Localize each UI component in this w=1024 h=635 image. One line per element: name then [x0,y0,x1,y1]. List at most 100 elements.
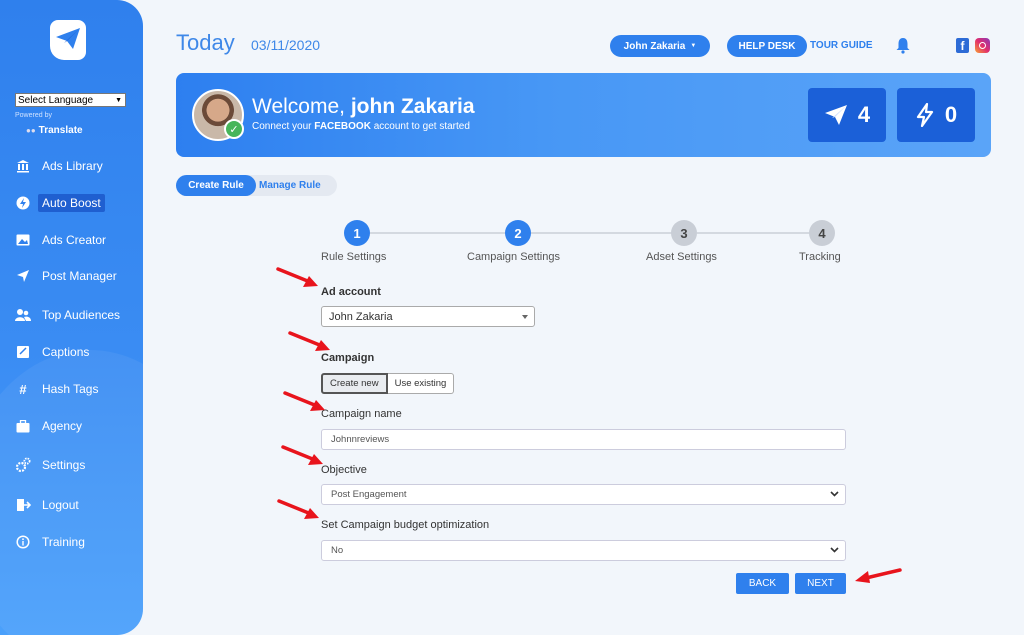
sidebar-item-captions[interactable]: Captions [15,343,89,361]
create-new-button[interactable]: Create new [321,373,388,394]
objective-label: Objective [321,464,367,476]
tab-create-rule[interactable]: Create Rule [176,175,256,196]
connect-prefix: Connect your [252,121,312,132]
cbo-label: Set Campaign budget optimization [321,519,490,531]
briefcase-icon [15,418,31,434]
sidebar: Select Language ▼ Powered by ●● Translate… [0,0,143,635]
cbo-value: No [331,545,344,556]
step-3-indicator[interactable]: 3 [671,220,697,246]
next-button[interactable]: NEXT [795,573,846,594]
app-logo[interactable] [50,20,86,60]
campaign-name-value: Johnnreviews [331,434,390,445]
sidebar-item-label: Ads Library [42,159,103,173]
step-4-indicator[interactable]: 4 [809,220,835,246]
chevron-down-icon: ▼ [115,96,122,104]
boosts-stat-value: 0 [944,102,958,127]
step-connector [531,232,672,234]
cbo-select[interactable]: No [321,540,846,561]
bolt-icon [916,103,933,127]
google-translate-link[interactable]: ●● Translate [26,125,83,136]
caret-down-icon [522,314,528,319]
image-icon [15,232,31,248]
bell-icon[interactable] [895,37,911,59]
annotation-arrow-icon [283,391,325,411]
sidebar-item-logout[interactable]: Logout [15,496,79,514]
user-menu-button[interactable]: John Zakaria ▼ [610,35,710,57]
send-icon [15,268,31,284]
rule-tabs: Create Rule Manage Rule [176,175,337,196]
sidebar-item-label: Training [42,535,85,549]
language-select-label: Select Language [18,94,94,106]
sidebar-item-ads-library[interactable]: Ads Library [15,157,103,175]
sidebar-item-label: Logout [42,498,79,512]
sidebar-item-hash-tags[interactable]: # Hash Tags [15,380,98,398]
back-button[interactable]: BACK [736,573,789,594]
logout-icon [15,497,31,513]
google-logo-icon: ●● [26,126,36,135]
annotation-arrow-icon [281,445,323,465]
step-2-indicator[interactable]: 2 [505,220,531,246]
bank-icon [15,158,31,174]
current-date: 03/11/2020 [251,37,321,53]
page-title: Today [176,30,235,55]
sidebar-item-auto-boost[interactable]: Auto Boost [15,194,105,212]
hash-icon: # [19,381,27,397]
chevron-down-icon [830,545,839,556]
step-connector [370,232,508,234]
annotation-arrow-icon [288,331,330,351]
sidebar-item-top-audiences[interactable]: Top Audiences [15,306,120,324]
connect-brand: FACEBOOK [314,121,371,132]
sidebar-item-agency[interactable]: Agency [15,417,82,435]
step-1-indicator[interactable]: 1 [344,220,370,246]
welcome-heading: Welcome, john Zakaria [252,95,475,119]
sidebar-item-label: Ads Creator [42,233,107,247]
check-badge-icon: ✓ [224,119,244,139]
facebook-icon[interactable]: f [956,38,969,53]
sidebar-item-label: Post Manager [42,269,117,283]
welcome-banner: ✓ Welcome, john Zakaria Connect your FAC… [176,73,991,157]
tour-guide-link[interactable]: TOUR GUIDE [810,40,873,51]
welcome-name: john Zakaria [350,95,475,118]
bolt-icon [15,195,31,211]
sidebar-item-label: Hash Tags [42,382,99,396]
use-existing-button[interactable]: Use existing [387,373,455,394]
ad-account-select[interactable]: John Zakaria [321,306,535,327]
paper-plane-icon [824,105,847,125]
step-2-label: Campaign Settings [467,251,560,263]
objective-select[interactable]: Post Engagement [321,484,846,505]
annotation-arrow-icon [855,568,902,583]
ad-account-label: Ad account [321,286,381,298]
sidebar-item-label: Agency [42,419,83,433]
help-desk-button[interactable]: HELP DESK [727,35,807,57]
annotation-arrow-icon [277,499,319,519]
caption-icon [15,344,31,360]
sidebar-item-ads-creator[interactable]: Ads Creator [15,231,106,249]
translate-label: Translate [38,125,83,136]
campaign-name-label: Campaign name [321,408,402,420]
sidebar-item-post-manager[interactable]: Post Manager [15,267,117,285]
users-icon [15,307,31,323]
boosts-stat-card: 0 [897,88,975,142]
sidebar-item-label: Top Audiences [42,308,121,322]
language-select[interactable]: Select Language ▼ [15,93,126,107]
tab-manage-rule[interactable]: Manage Rule [259,175,321,196]
paper-plane-icon [56,28,80,49]
instagram-icon[interactable] [975,38,990,53]
sidebar-item-settings[interactable]: Settings [15,456,85,474]
campaign-mode-toggle: Create new Use existing [321,373,455,394]
connect-message: Connect your FACEBOOK account to get sta… [252,121,470,132]
objective-value: Post Engagement [331,489,407,500]
sidebar-item-label: Auto Boost [38,194,105,212]
welcome-prefix: Welcome, [252,95,345,118]
sidebar-item-training[interactable]: Training [15,533,85,551]
connect-suffix: account to get started [373,121,470,132]
user-name: John Zakaria [623,40,686,52]
ad-account-value: John Zakaria [329,310,393,323]
step-connector [697,232,809,234]
campaign-name-input[interactable]: Johnnreviews [321,429,846,450]
sidebar-item-label: Settings [42,458,86,472]
annotation-arrow-icon [276,267,318,287]
facebook-letter: f [960,38,965,53]
info-icon [15,534,31,550]
gears-icon [15,457,31,473]
